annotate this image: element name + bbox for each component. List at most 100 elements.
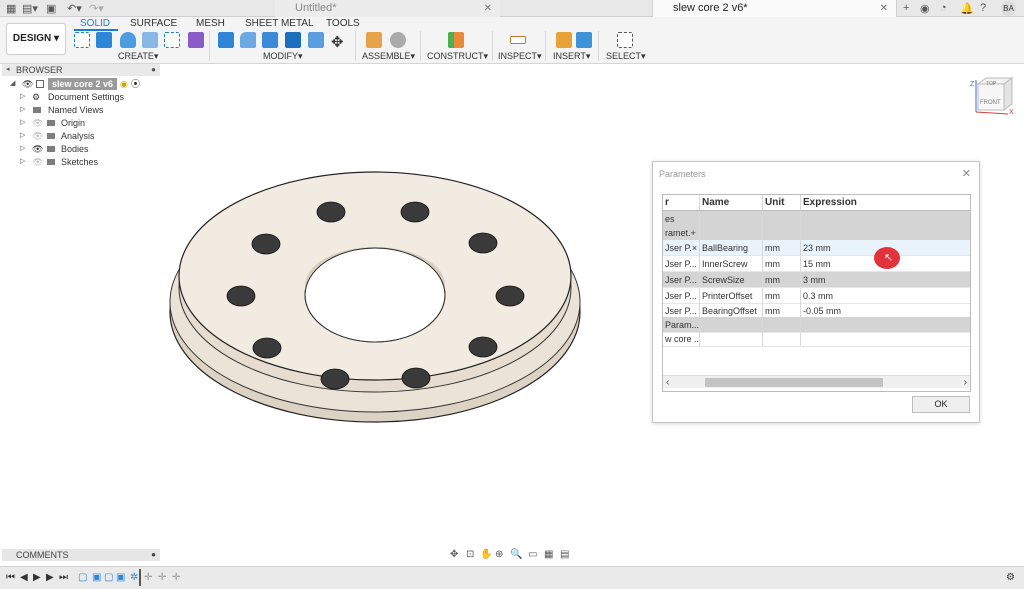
help-icon[interactable]: ?: [980, 2, 986, 14]
go-to-end-icon[interactable]: ⏭: [59, 572, 68, 583]
table-row[interactable]: Jser P... PrinterOffset mm 0.3 mm: [663, 288, 970, 304]
tab-sheet-metal[interactable]: SHEET METAL: [245, 18, 314, 29]
pattern-feature-icon[interactable]: ✲: [130, 572, 138, 583]
chamfer-icon[interactable]: [262, 32, 278, 48]
visibility-off-icon[interactable]: 👁: [32, 117, 43, 129]
sweep-icon[interactable]: [142, 32, 158, 48]
create-sketch-icon[interactable]: [74, 32, 90, 48]
display-settings-icon[interactable]: ▭: [528, 549, 537, 560]
extrude-feature-icon[interactable]: ▣: [116, 572, 125, 583]
tab-solid[interactable]: SOLID: [80, 18, 110, 29]
expand-icon[interactable]: ▷: [20, 91, 25, 103]
new-component-icon[interactable]: [366, 32, 382, 48]
timeline-marker[interactable]: [139, 569, 141, 586]
pin-icon[interactable]: ●: [151, 549, 156, 561]
job-status-icon[interactable]: ◉: [920, 2, 930, 15]
visibility-icon[interactable]: 👁: [22, 78, 33, 90]
tab-tools[interactable]: TOOLS: [326, 18, 360, 29]
extrude-feature-icon[interactable]: ▣: [92, 572, 101, 583]
tab-mesh[interactable]: MESH: [196, 18, 225, 29]
ok-button[interactable]: OK: [912, 396, 970, 413]
rectangular-pattern-icon[interactable]: [164, 32, 180, 48]
save-icon[interactable]: ▣: [46, 2, 56, 15]
row-expression[interactable]: 0.3 mm: [801, 288, 970, 303]
column-header[interactable]: Expression: [801, 195, 970, 210]
insert-image-icon[interactable]: [576, 32, 592, 48]
expand-icon[interactable]: ▷: [20, 156, 25, 168]
select-window-icon[interactable]: [617, 32, 633, 48]
go-to-start-icon[interactable]: ⏮: [6, 572, 15, 583]
assemble-menu[interactable]: ASSEMBLE▾: [362, 51, 415, 62]
combine-icon[interactable]: [308, 32, 324, 48]
scrollbar-thumb[interactable]: [705, 378, 883, 387]
orbit-icon[interactable]: ✥: [450, 549, 458, 560]
design-workspace-button[interactable]: DESIGN ▾: [6, 23, 66, 55]
inspect-menu[interactable]: INSPECT▾: [498, 51, 542, 62]
extensions-icon[interactable]: ◔: [940, 2, 947, 14]
file-menu-icon[interactable]: ▤▾: [22, 2, 38, 15]
create-menu[interactable]: CREATE▾: [118, 51, 158, 62]
measure-icon[interactable]: [510, 36, 526, 44]
notifications-icon[interactable]: 🔔: [960, 2, 974, 15]
chevron-right-icon[interactable]: ›: [964, 376, 967, 389]
offset-plane-icon[interactable]: [448, 32, 464, 48]
column-header[interactable]: Name: [700, 195, 763, 210]
close-icon[interactable]: ✕: [962, 167, 971, 180]
play-icon[interactable]: ▶: [33, 572, 41, 583]
browser-header[interactable]: ◂ BROWSER ●: [2, 64, 160, 76]
view-cube[interactable]: TOP FRONT Z X: [968, 76, 1018, 121]
grid-settings-icon[interactable]: ▦: [544, 549, 553, 560]
slew-core-part[interactable]: [160, 160, 590, 440]
suppressed-feature-icon[interactable]: ✛: [144, 572, 152, 583]
sketch-feature-icon[interactable]: ▢: [104, 572, 113, 583]
tab-surface[interactable]: SURFACE: [130, 18, 177, 29]
chevron-left-icon[interactable]: ‹: [666, 376, 669, 389]
extrude-icon[interactable]: [96, 32, 112, 48]
revolve-icon[interactable]: [120, 32, 136, 48]
visibility-off-icon[interactable]: 👁: [32, 156, 43, 168]
press-pull-icon[interactable]: [218, 32, 234, 48]
row-expression[interactable]: 3 mm: [801, 272, 970, 287]
visibility-icon[interactable]: 👁: [32, 143, 43, 155]
insert-menu[interactable]: INSERT▾: [553, 51, 590, 62]
tab-slew-core[interactable]: slew core 2 v6* ✕: [652, 0, 897, 17]
grid-menu-icon[interactable]: ▦: [6, 2, 16, 15]
table-row[interactable]: Jser P... ScrewSize mm 3 mm: [663, 272, 970, 288]
shell-icon[interactable]: [285, 32, 301, 48]
suppressed-feature-icon[interactable]: ✛: [158, 572, 166, 583]
step-back-icon[interactable]: ◀: [20, 572, 28, 583]
expand-icon[interactable]: ▷: [20, 104, 25, 116]
avatar[interactable]: BA: [1001, 1, 1016, 16]
tab-untitled[interactable]: Untitled* ✕: [275, 0, 500, 17]
insert-derive-icon[interactable]: [556, 32, 572, 48]
visibility-off-icon[interactable]: 👁: [32, 130, 43, 142]
expand-icon[interactable]: ◢: [10, 78, 15, 90]
gear-icon[interactable]: ⚙: [1006, 572, 1015, 583]
column-header[interactable]: Unit: [763, 195, 801, 210]
create-form-icon[interactable]: [188, 32, 204, 48]
pan-icon[interactable]: ✋: [480, 549, 492, 560]
close-icon[interactable]: ✕: [484, 0, 492, 17]
move-icon[interactable]: ✥: [331, 33, 344, 51]
viewports-icon[interactable]: ▤: [560, 549, 569, 560]
horizontal-scrollbar[interactable]: ‹ ›: [663, 375, 970, 388]
table-row[interactable]: ramet.+: [663, 225, 970, 241]
table-row[interactable]: Jser P.× BallBearing mm 23 mm: [663, 240, 970, 256]
select-menu[interactable]: SELECT▾: [606, 51, 646, 62]
look-at-icon[interactable]: ⊡: [466, 549, 474, 560]
suppressed-feature-icon[interactable]: ✛: [172, 572, 180, 583]
table-row[interactable]: Jser P... InnerScrew mm 15 mm: [663, 256, 970, 272]
new-tab-icon[interactable]: +: [903, 2, 909, 14]
modify-menu[interactable]: MODIFY▾: [263, 51, 303, 62]
column-header[interactable]: r: [663, 195, 700, 210]
joint-icon[interactable]: [390, 32, 406, 48]
expand-icon[interactable]: ▷: [20, 117, 25, 129]
undo-icon[interactable]: ↶▾: [67, 2, 82, 15]
collapse-icon[interactable]: ◂: [6, 64, 10, 76]
zoom-window-icon[interactable]: 🔍: [510, 549, 522, 560]
zoom-icon[interactable]: ⊕: [495, 549, 503, 560]
fillet-icon[interactable]: [240, 32, 256, 48]
pin-icon[interactable]: ●: [151, 64, 156, 76]
expand-icon[interactable]: ▷: [20, 143, 25, 155]
sketch-feature-icon[interactable]: ▢: [78, 572, 87, 583]
